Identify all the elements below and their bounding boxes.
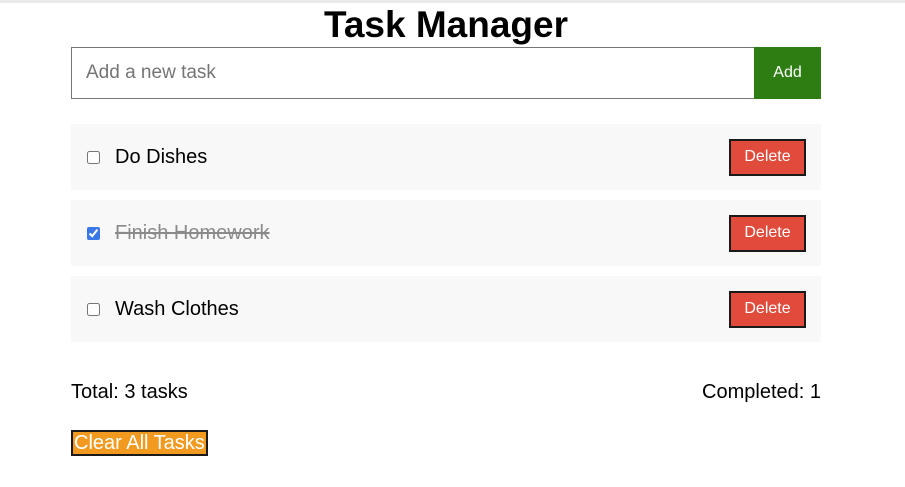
task-item: Finish Homework Delete [71, 200, 821, 266]
task-list: Do Dishes Delete Finish Homework Delete … [71, 124, 821, 352]
page-title: Task Manager [323, 4, 569, 45]
task-label: Do Dishes [115, 145, 208, 168]
task-checkbox[interactable] [87, 226, 100, 240]
delete-task-button[interactable]: Delete [729, 290, 806, 328]
task-label: Finish Homework [115, 221, 270, 244]
new-task-input[interactable] [71, 47, 754, 99]
add-task-button[interactable]: Add [754, 47, 821, 99]
clear-all-button[interactable]: Clear All Tasks [71, 430, 208, 456]
task-item: Wash Clothes Delete [71, 276, 821, 342]
delete-task-button[interactable]: Delete [729, 138, 806, 176]
task-checkbox[interactable] [87, 150, 100, 164]
completed-count: Completed: 1 [702, 381, 821, 403]
task-label: Wash Clothes [115, 297, 239, 320]
task-checkbox[interactable] [87, 302, 100, 316]
add-task-form: Add [71, 47, 821, 99]
task-item: Do Dishes Delete [71, 124, 821, 190]
total-count: Total: 3 tasks [71, 381, 188, 403]
task-stats: Total: 3 tasks Completed: 1 [71, 380, 821, 404]
delete-task-button[interactable]: Delete [729, 214, 806, 252]
